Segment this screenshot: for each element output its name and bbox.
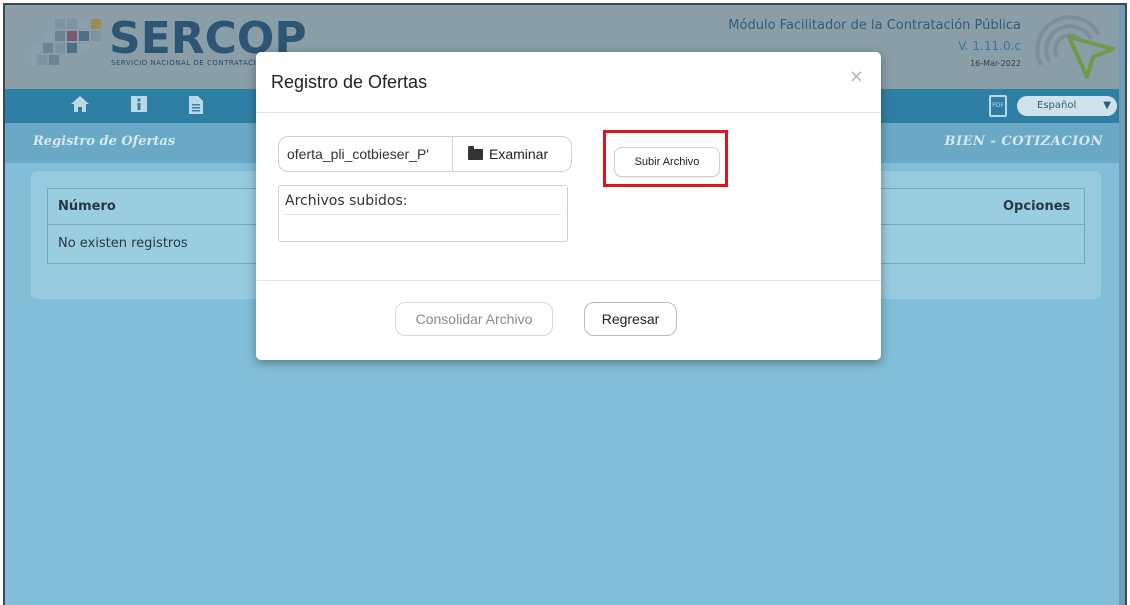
- chevron-down-icon: ▼: [1103, 100, 1111, 111]
- procedure-type: BIEN - COTIZACION: [944, 134, 1103, 149]
- upload-file-button[interactable]: Subir Archivo: [614, 147, 720, 177]
- browse-button[interactable]: Examinar: [454, 137, 571, 171]
- logo-grid-icon: [25, 19, 105, 75]
- home-icon[interactable]: [69, 95, 91, 117]
- column-opciones: Opciones: [1003, 199, 1071, 214]
- language-value: Español: [1037, 100, 1077, 111]
- uploaded-files-title: Archivos subidos:: [285, 193, 408, 209]
- file-picker: oferta_pli_cotbieser_P' Examinar: [278, 136, 572, 172]
- file-name-input[interactable]: oferta_pli_cotbieser_P': [279, 137, 453, 171]
- module-version: V. 1.11.0.c: [958, 39, 1021, 53]
- document-icon[interactable]: [185, 95, 207, 117]
- pdf-icon[interactable]: PDF: [989, 95, 1007, 117]
- modal-footer-divider: [256, 280, 881, 281]
- module-date: 16-Mar-2022: [970, 59, 1021, 68]
- upload-offer-modal: Registro de Ofertas × oferta_pli_cotbies…: [256, 52, 881, 360]
- modal-title: Registro de Ofertas: [271, 72, 428, 92]
- back-button[interactable]: Regresar: [584, 302, 677, 336]
- consolidate-file-button[interactable]: Consolidar Archivo: [395, 302, 553, 336]
- empty-message: No existen registros: [58, 236, 188, 251]
- section-title: Registro de Ofertas: [33, 134, 176, 149]
- cursor-logo-icon: [1035, 15, 1115, 79]
- divider: [285, 214, 561, 215]
- logo-subtitle: SERVICIO NACIONAL DE CONTRATACIÓN: [111, 59, 268, 67]
- uploaded-files-box: Archivos subidos:: [278, 185, 568, 242]
- app-window: SERCOP SERVICIO NACIONAL DE CONTRATACIÓN…: [3, 3, 1127, 605]
- language-select[interactable]: Español ▼: [1017, 96, 1117, 116]
- browse-label: Examinar: [489, 146, 549, 162]
- close-icon[interactable]: ×: [849, 66, 864, 87]
- module-title: Módulo Facilitador de la Contratación Pú…: [728, 18, 1021, 33]
- column-numero: Número: [58, 199, 116, 214]
- sercop-logo: SERCOP SERVICIO NACIONAL DE CONTRATACIÓN: [25, 13, 307, 79]
- scrollbar[interactable]: [1119, 5, 1125, 605]
- folder-icon: [468, 146, 483, 160]
- info-icon[interactable]: [128, 95, 150, 117]
- modal-header: Registro de Ofertas ×: [256, 52, 881, 113]
